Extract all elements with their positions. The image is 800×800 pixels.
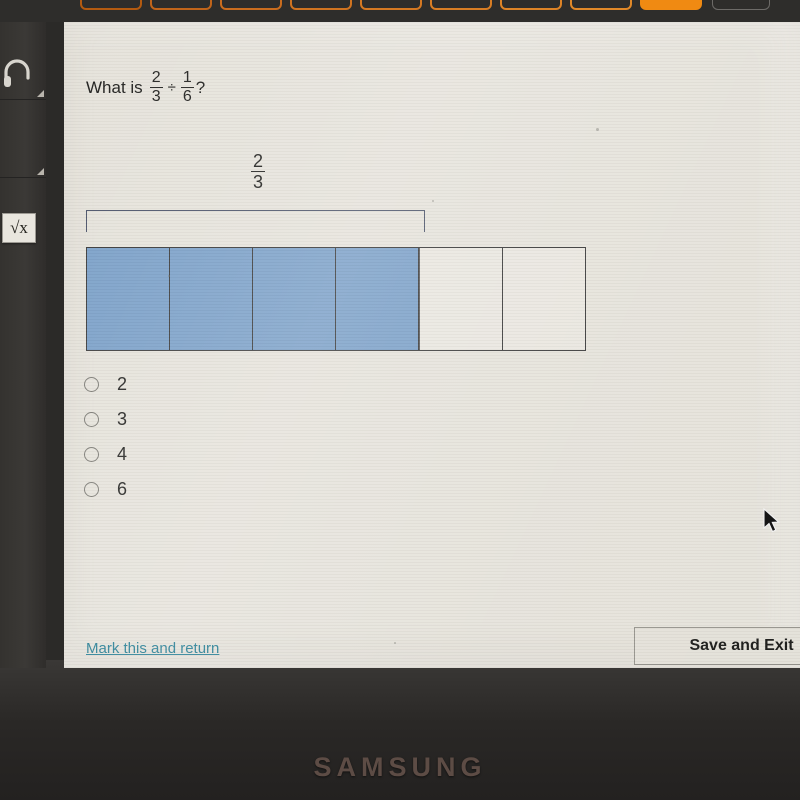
fraction-cell-empty xyxy=(501,247,587,351)
fraction-numerator: 1 xyxy=(182,69,192,86)
os-side-rail: √x xyxy=(0,22,46,668)
screen-dust-speck xyxy=(596,128,599,131)
radio-button-3[interactable] xyxy=(84,412,99,427)
answer-choice-label: 4 xyxy=(117,444,128,464)
browser-tab-5[interactable] xyxy=(360,0,422,10)
fraction-denominator: 3 xyxy=(250,171,265,192)
screen-dust-speck xyxy=(168,275,170,277)
mark-this-and-return-link[interactable]: Mark this and return xyxy=(86,640,219,657)
rail-corner-marker xyxy=(37,168,44,175)
rail-item-headphones[interactable] xyxy=(0,22,46,100)
browser-tab-1[interactable] xyxy=(80,0,142,10)
fraction-cell-filled xyxy=(86,247,171,351)
answer-choice-4[interactable]: 4 xyxy=(84,437,127,472)
answer-choice-list: 2 3 4 6 xyxy=(84,367,127,507)
radio-button-4[interactable] xyxy=(84,447,99,462)
screen-dust-speck xyxy=(432,200,434,202)
fraction-cell-empty xyxy=(418,247,503,351)
browser-tab-6[interactable] xyxy=(430,0,492,10)
headphones-icon xyxy=(2,58,32,88)
radio-button-2[interactable] xyxy=(84,377,99,392)
answer-choice-6[interactable]: 6 xyxy=(84,472,127,507)
browser-tab-3[interactable] xyxy=(220,0,282,10)
fraction-two-thirds: 2 3 xyxy=(149,69,163,105)
fraction-numerator: 2 xyxy=(151,69,161,86)
page-footer: Mark this and return Save and Exit xyxy=(64,607,800,668)
fraction-numerator: 2 xyxy=(252,151,263,171)
browser-tab-4[interactable] xyxy=(290,0,352,10)
fraction-one-sixth: 1 6 xyxy=(180,69,194,105)
browser-tab-10[interactable] xyxy=(712,0,770,10)
fraction-denominator: 3 xyxy=(149,87,163,105)
quiz-page: What is 2 3 ÷ 1 6 ? 2 3 2 3 4 6 Mark thi… xyxy=(64,22,800,668)
samsung-brand-logo: SAMSUNG xyxy=(313,752,487,782)
fraction-cell-filled xyxy=(169,247,254,351)
browser-tab-8[interactable] xyxy=(570,0,632,10)
browser-tab-9[interactable] xyxy=(640,0,702,10)
answer-choice-3[interactable]: 3 xyxy=(84,402,127,437)
answer-choice-label: 2 xyxy=(117,374,128,394)
rail-corner-marker xyxy=(37,90,44,97)
photographed-laptop-screen: SAMSUNG √x What is 2 3 ÷ 1 6 ? 2 3 2 3 4… xyxy=(0,0,800,800)
rail-item-square-root[interactable]: √x xyxy=(0,100,46,243)
square-root-icon: √x xyxy=(2,213,36,243)
radio-button-6[interactable] xyxy=(84,482,99,497)
browser-tab-strip xyxy=(0,0,800,22)
fraction-bar xyxy=(86,247,587,351)
answer-choice-label: 6 xyxy=(117,479,128,499)
fraction-cell-filled xyxy=(252,247,337,351)
save-and-exit-button[interactable]: Save and Exit xyxy=(634,627,800,665)
division-operator-icon: ÷ xyxy=(167,79,176,96)
fraction-two-thirds-label: 2 3 xyxy=(250,151,265,192)
fraction-cell-filled xyxy=(335,247,420,351)
browser-tab-7[interactable] xyxy=(500,0,562,10)
fraction-denominator: 6 xyxy=(180,87,194,105)
screen-dust-speck xyxy=(394,642,396,644)
browser-tab-2[interactable] xyxy=(150,0,212,10)
answer-choice-2[interactable]: 2 xyxy=(84,367,127,402)
bracket-label: 2 3 xyxy=(238,152,278,191)
question-suffix: ? xyxy=(195,77,206,97)
span-bracket xyxy=(86,210,425,232)
answer-choice-label: 3 xyxy=(117,409,128,429)
question-prompt: What is 2 3 ÷ 1 6 ? xyxy=(86,70,205,105)
question-prefix: What is xyxy=(86,77,143,97)
